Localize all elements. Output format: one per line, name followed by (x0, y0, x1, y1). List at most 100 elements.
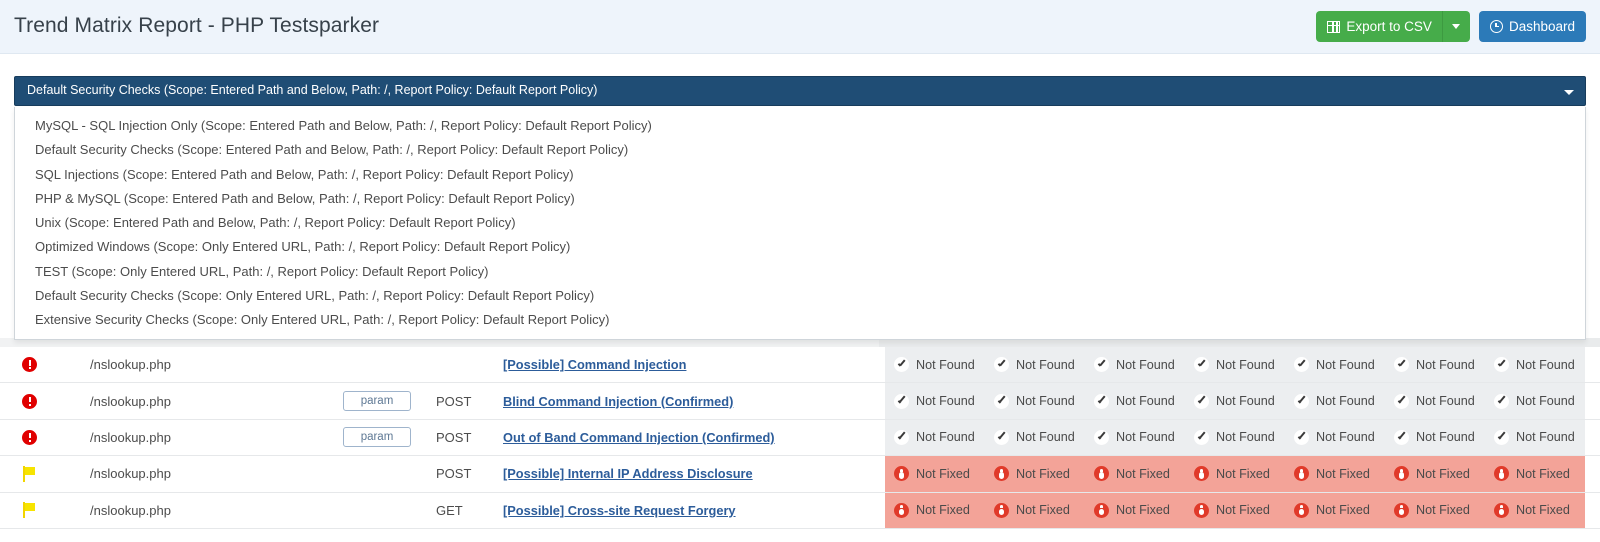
parameter-badge[interactable]: param (343, 391, 411, 412)
check-icon (1094, 429, 1109, 445)
scan-profile-option[interactable]: PHP & MySQL (Scope: Entered Path and Bel… (15, 187, 1585, 211)
scan-status-label: Not Fixed (916, 503, 970, 518)
export-format-dropdown-button[interactable] (1441, 11, 1470, 42)
scan-status-cell[interactable]: Not Fixed (985, 492, 1085, 528)
scan-status-group: Not Found Not Found Not Found Not Found Not … (879, 419, 1600, 456)
check-icon (1494, 429, 1509, 445)
row-detail-group: /nslookup.php param POST Out of Band Comman… (0, 419, 879, 456)
bug-icon (1194, 502, 1209, 518)
http-method-cell: POST (436, 429, 472, 445)
scan-status-cell[interactable]: Not Fixed (1185, 492, 1285, 528)
export-to-csv-button[interactable]: Export to CSV (1316, 11, 1442, 42)
scan-status-cell[interactable]: Not Found (1185, 383, 1285, 419)
scan-profile-option[interactable]: Unix (Scope: Entered Path and Below, Pat… (15, 211, 1585, 235)
scan-profile-option[interactable]: Default Security Checks (Scope: Entered … (15, 138, 1585, 162)
scan-profile-select[interactable]: Default Security Checks (Scope: Entered … (14, 76, 1586, 106)
vulnerability-cell: [Possible] Cross-site Request Forgery (503, 493, 736, 528)
check-icon (994, 357, 1009, 373)
chevron-down-icon (1452, 24, 1461, 29)
check-icon (894, 393, 909, 409)
scan-status-label: Not Found (1116, 394, 1175, 409)
vulnerability-link[interactable]: [Possible] Internal IP Address Disclosur… (503, 466, 753, 481)
scan-status-cell[interactable]: Not Found (1085, 419, 1185, 456)
scan-status-cell[interactable]: Not Found (1385, 419, 1485, 456)
scan-status-label: Not Found (1316, 430, 1375, 445)
scan-status-label: Not Found (916, 430, 975, 445)
http-method-cell: GET (436, 502, 463, 518)
export-button-group: Export to CSV (1316, 11, 1470, 42)
scan-status-cell[interactable]: Not Found (885, 383, 985, 419)
scan-profile-option[interactable]: Extensive Security Checks (Scope: Only E… (15, 308, 1585, 332)
flag-icon (22, 502, 38, 519)
scan-status-label: Not Found (916, 394, 975, 409)
scan-status-label: Not Found (1116, 430, 1175, 445)
scan-status-cell[interactable]: Not Fixed (1385, 456, 1485, 492)
parameter-badge[interactable]: param (343, 427, 411, 448)
scan-profile-option[interactable]: TEST (Scope: Only Entered URL, Path: /, … (15, 260, 1585, 284)
scan-profile-option[interactable]: MySQL - SQL Injection Only (Scope: Enter… (15, 114, 1585, 138)
scan-status-cell[interactable]: Not Fixed (985, 456, 1085, 492)
scan-status-cell[interactable]: Not Found (1185, 419, 1285, 456)
scan-profile-option[interactable]: Optimized Windows (Scope: Only Entered U… (15, 235, 1585, 259)
scan-status-cell[interactable]: Not Fixed (1185, 456, 1285, 492)
scan-status-cell[interactable]: Not Fixed (885, 492, 985, 528)
vulnerability-link[interactable]: [Possible] Command Injection (503, 357, 686, 372)
scan-status-cell[interactable]: Not Found (1285, 347, 1385, 383)
scan-status-cell[interactable]: Not Found (1485, 347, 1585, 383)
table-row: /nslookup.php [Possible] Command Injectio… (0, 347, 1600, 384)
scan-status-cell[interactable]: Not Found (1385, 383, 1485, 419)
chevron-down-icon (1564, 90, 1574, 95)
vulnerability-link[interactable]: [Possible] Cross-site Request Forgery (503, 503, 736, 518)
scan-status-cell[interactable]: Not Found (985, 347, 1085, 383)
clock-icon (1489, 20, 1503, 33)
bug-icon (1094, 466, 1109, 482)
url-path-cell: /nslookup.php (90, 502, 171, 518)
scan-status-cell[interactable]: Not Found (1485, 419, 1585, 456)
page-header: Trend Matrix Report - PHP Testsparker Ex… (0, 0, 1600, 54)
check-icon (1194, 357, 1209, 373)
critical-icon (22, 357, 37, 373)
vulnerability-link[interactable]: Out of Band Command Injection (Confirmed… (503, 430, 775, 445)
scan-status-cell[interactable]: Not Found (1485, 383, 1585, 419)
table-row: /nslookup.php GET [Possible] Cross-site Re… (0, 492, 1600, 529)
url-path-cell: /nslookup.php (90, 429, 171, 445)
bug-icon (1294, 466, 1309, 482)
vulnerability-cell: Out of Band Command Injection (Confirmed… (503, 420, 775, 455)
scan-status-cell[interactable]: Not Fixed (1485, 456, 1585, 492)
vulnerability-cell: [Possible] Internal IP Address Disclosur… (503, 456, 753, 491)
scan-profile-option[interactable]: Default Security Checks (Scope: Only Ent… (15, 284, 1585, 308)
scan-status-cell[interactable]: Not Found (985, 383, 1085, 419)
scan-status-cell[interactable]: Not Fixed (1085, 492, 1185, 528)
scan-profile-dropdown-list[interactable]: MySQL - SQL Injection Only (Scope: Enter… (14, 107, 1586, 340)
scan-status-label: Not Fixed (1416, 503, 1470, 518)
scan-status-cell[interactable]: Not Found (1285, 419, 1385, 456)
scan-status-cell[interactable]: Not Fixed (1085, 456, 1185, 492)
vulnerability-cell: Blind Command Injection (Confirmed) (503, 383, 733, 418)
scan-profile-option[interactable]: SQL Injections (Scope: Entered Path and … (15, 163, 1585, 187)
scan-status-label: Not Found (1516, 394, 1575, 409)
scan-status-cell[interactable]: Not Found (885, 347, 985, 383)
check-icon (1394, 393, 1409, 409)
scan-status-cell[interactable]: Not Fixed (885, 456, 985, 492)
scan-status-cell[interactable]: Not Found (1085, 383, 1185, 419)
header-actions: Export to CSV Dashboard (1316, 11, 1586, 42)
scan-status-label: Not Fixed (1216, 503, 1270, 518)
scan-status-cell[interactable]: Not Found (1285, 383, 1385, 419)
scan-status-cell[interactable]: Not Found (1385, 347, 1485, 383)
url-path-cell: /nslookup.php (90, 393, 171, 409)
export-to-csv-label: Export to CSV (1346, 19, 1432, 34)
scan-status-cell[interactable]: Not Found (985, 419, 1085, 456)
scan-status-cell[interactable]: Not Found (885, 419, 985, 456)
scan-status-cell[interactable]: Not Fixed (1285, 456, 1385, 492)
vulnerability-link[interactable]: Blind Command Injection (Confirmed) (503, 394, 733, 409)
severity-cell (22, 420, 37, 455)
dashboard-button[interactable]: Dashboard (1478, 11, 1586, 42)
scan-status-cell[interactable]: Not Fixed (1385, 492, 1485, 528)
severity-cell (22, 383, 37, 418)
scan-status-cell[interactable]: Not Fixed (1485, 492, 1585, 528)
scan-status-label: Not Fixed (1516, 503, 1570, 518)
scan-status-cell[interactable]: Not Found (1085, 347, 1185, 383)
scan-status-cell[interactable]: Not Fixed (1285, 492, 1385, 528)
scan-status-cell[interactable]: Not Found (1185, 347, 1285, 383)
scan-status-group: Not Fixed Not Fixed Not Fixed Not Fixed Not … (879, 456, 1600, 492)
